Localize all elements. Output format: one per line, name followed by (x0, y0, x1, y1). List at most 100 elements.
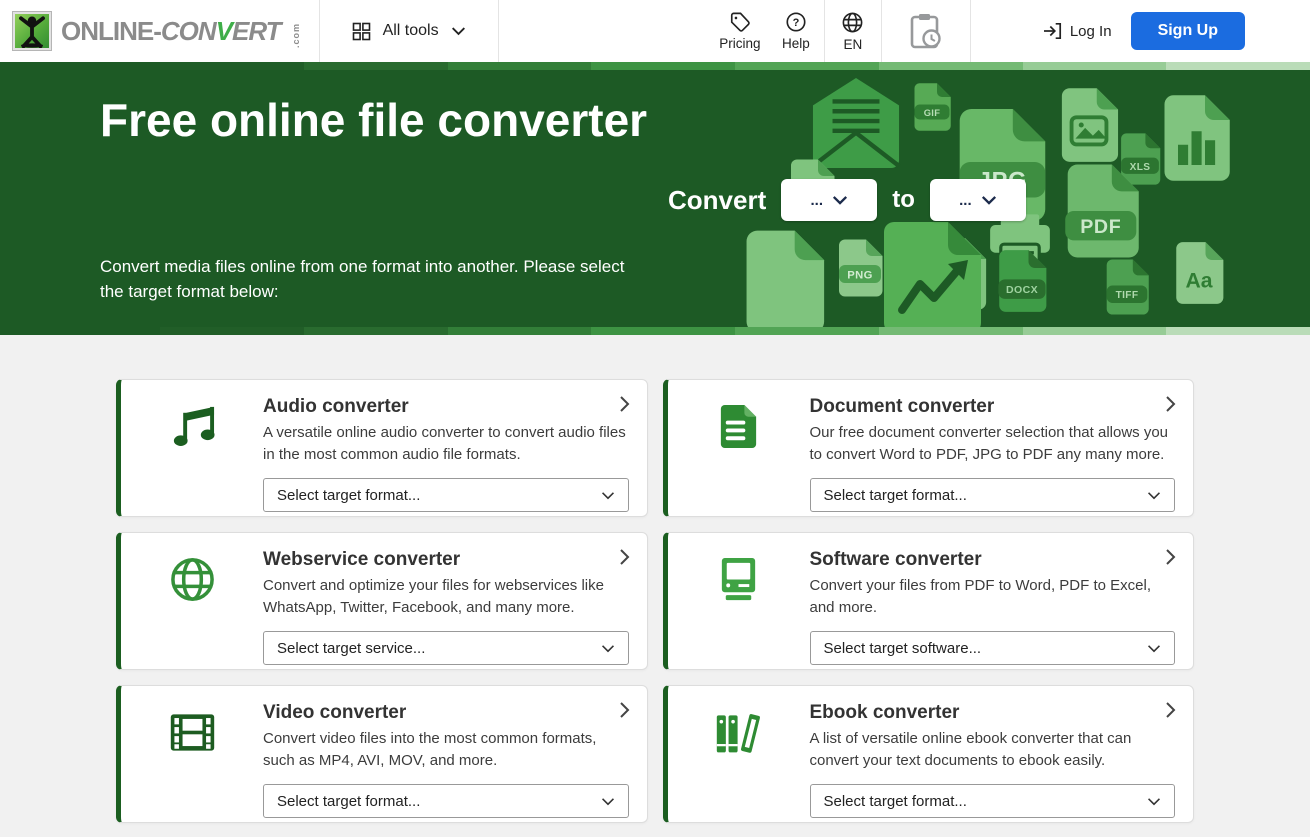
select-value: Select target format... (277, 486, 421, 504)
convert-to-select[interactable]: ... (929, 179, 1026, 221)
software-target-select[interactable]: Select target software... (809, 631, 1175, 665)
svg-text:PDF: PDF (1080, 216, 1121, 238)
card-title: Video converter (263, 702, 407, 723)
help-link[interactable]: ? Help (768, 11, 824, 51)
webservice-service-select[interactable]: Select target service... (263, 631, 629, 665)
page-title: Free online file converter (100, 94, 648, 146)
svg-text:PNG: PNG (847, 270, 873, 282)
chevron-down-icon (981, 196, 996, 205)
signup-button[interactable]: Sign Up (1130, 12, 1245, 50)
price-tag-icon (730, 12, 750, 32)
file-icon-pdf: PDF (1065, 164, 1139, 258)
hero-banner: GIF JPG XLS PDF (0, 62, 1310, 335)
card-link-chevron[interactable] (619, 702, 630, 718)
logo-figure-icon (12, 11, 52, 51)
chevron-down-icon (601, 644, 614, 652)
convert-from-value: ... (810, 191, 823, 209)
all-tools-label: All tools (382, 22, 439, 39)
card-title: Software converter (809, 549, 982, 570)
grid-icon (352, 22, 370, 40)
envelope-icon (811, 78, 901, 168)
pricing-label: Pricing (719, 36, 761, 51)
logo-tld: .com (290, 22, 301, 48)
chevron-down-icon (1148, 797, 1160, 805)
svg-text:?: ? (792, 17, 799, 29)
converter-card-ebook: Ebook converter A list of versatile onli… (662, 685, 1194, 823)
stick-figure-icon (19, 16, 45, 48)
chevron-down-icon (451, 27, 465, 36)
login-label: Log In (1069, 22, 1112, 40)
books-icon (668, 702, 810, 822)
file-icon-blank (746, 230, 825, 333)
converter-card-document: Document converter Our free document con… (662, 379, 1194, 517)
converter-card-webservice: Webservice converter Convert and optimiz… (116, 532, 648, 670)
file-icon-gif: GIF (914, 83, 951, 131)
page-subtitle: Convert media files online from one form… (100, 257, 625, 301)
select-value: Select target format... (277, 792, 421, 810)
pricing-link[interactable]: Pricing (712, 11, 768, 51)
converter-card-audio: Audio converter A versatile online audio… (116, 379, 648, 517)
help-icon: ? (786, 12, 806, 32)
to-label: to (892, 186, 915, 213)
help-label: Help (781, 36, 810, 51)
document-format-select[interactable]: Select target format... (809, 478, 1175, 512)
film-icon (121, 702, 263, 822)
convert-to-value: ... (959, 191, 972, 209)
video-format-select[interactable]: Select target format... (263, 784, 629, 818)
login-icon (1043, 22, 1061, 40)
chevron-down-icon (601, 491, 614, 499)
language-label: EN (843, 36, 863, 52)
card-title: Webservice converter (263, 549, 461, 570)
clipboard-clock-icon (910, 14, 941, 49)
divider (969, 0, 971, 62)
top-stripe-decoration (160, 62, 1310, 70)
quick-convert-widget: Convert ... to ... (668, 179, 1026, 221)
conversion-history-button[interactable] (882, 12, 970, 50)
card-link-chevron[interactable] (1166, 396, 1176, 412)
file-icon-font: Aa (1176, 242, 1224, 304)
converter-cards-grid: Audio converter A versatile online audio… (116, 379, 1194, 823)
login-link[interactable]: Log In (1043, 22, 1112, 40)
bottom-stripe-decoration (160, 327, 1310, 335)
select-value: Select target format... (823, 792, 967, 810)
card-description: Our free document converter selection th… (809, 424, 1169, 463)
card-link-chevron[interactable] (619, 549, 630, 565)
site-logo[interactable]: ONLINE-CONVERT .com (0, 11, 319, 51)
card-title: Audio converter (263, 396, 409, 417)
select-value: Select target service... (277, 639, 426, 657)
svg-text:TIFF: TIFF (1116, 290, 1139, 301)
all-tools-menu[interactable]: All tools (320, 22, 498, 41)
card-title: Document converter (809, 396, 995, 417)
card-link-chevron[interactable] (619, 396, 630, 412)
select-value: Select target software... (823, 639, 982, 657)
logo-wordmark: ONLINE-CONVERT (61, 15, 282, 46)
svg-text:GIF: GIF (924, 108, 941, 118)
convert-label: Convert (668, 184, 767, 215)
card-description: Convert your files from PDF to Word, PDF… (809, 577, 1151, 616)
card-link-chevron[interactable] (1166, 549, 1176, 565)
music-note-icon (121, 396, 263, 516)
audio-format-select[interactable]: Select target format... (263, 478, 629, 512)
card-description: Convert video files into the most common… (263, 730, 597, 769)
svg-text:Aa: Aa (1186, 270, 1213, 293)
top-navigation-bar: ONLINE-CONVERT .com All tools Pricing ? … (0, 0, 1310, 62)
card-title: Ebook converter (809, 702, 960, 723)
converter-card-software: Software converter Convert your files fr… (662, 532, 1194, 670)
header-actions: Pricing ? Help EN Log In Sign Up (712, 0, 1310, 62)
globe-icon (842, 12, 863, 32)
card-description: A versatile online audio converter to co… (263, 424, 626, 463)
ebook-format-select[interactable]: Select target format... (809, 784, 1175, 818)
chevron-down-icon (1148, 644, 1160, 652)
converter-section: Audio converter A versatile online audio… (0, 335, 1310, 837)
select-value: Select target format... (823, 486, 967, 504)
svg-text:DOCX: DOCX (1006, 284, 1038, 296)
file-icon-line-chart (884, 222, 981, 333)
divider (497, 0, 499, 62)
card-description: A list of versatile online ebook convert… (809, 730, 1132, 769)
chevron-down-icon (832, 196, 848, 205)
file-icon-image (1061, 88, 1119, 162)
globe-icon (121, 549, 263, 669)
convert-from-select[interactable]: ... (781, 179, 878, 221)
language-selector[interactable]: EN (825, 11, 881, 52)
card-link-chevron[interactable] (1166, 702, 1176, 718)
